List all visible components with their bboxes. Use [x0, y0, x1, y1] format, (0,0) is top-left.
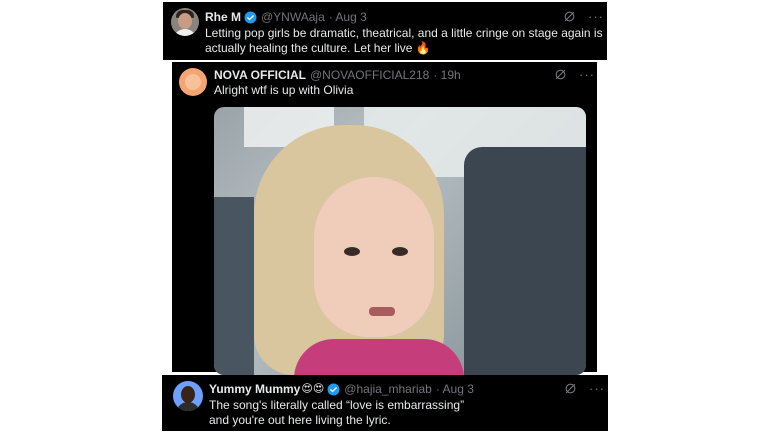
avatar[interactable] — [173, 381, 203, 411]
car-seat — [214, 197, 254, 375]
timestamp[interactable]: · Aug 3 — [436, 382, 474, 396]
name-emoji: 😍😍 — [301, 383, 325, 395]
timestamp[interactable]: · Aug 3 — [329, 10, 367, 24]
tweet-header: NOVA OFFICIAL @NOVAOFFICIAL218 · 19h — [214, 68, 461, 82]
tweet-header: Rhe M @YNWAaja · Aug 3 — [205, 10, 367, 24]
grok-icon[interactable] — [554, 68, 567, 81]
verified-icon — [327, 383, 340, 395]
handle[interactable]: @NOVAOFFICIAL218 — [310, 68, 429, 82]
avatar[interactable] — [179, 68, 207, 96]
avatar-logo — [185, 74, 201, 90]
display-name[interactable]: NOVA OFFICIAL — [214, 68, 306, 82]
tweet-actions: ··· — [564, 382, 605, 395]
tweet-text-line: and you're out here living the lyric. — [209, 413, 391, 427]
handle[interactable]: @hajia_mhariab — [344, 382, 432, 396]
child-mouth — [369, 307, 395, 316]
tweet-card-yummy-mummy[interactable]: Yummy Mummy 😍😍 @hajia_mhariab · Aug 3 ··… — [162, 375, 608, 431]
timestamp[interactable]: · 19h — [433, 68, 460, 82]
tweet-text-line: The song's literally called “love is emb… — [209, 398, 465, 412]
tweet-text: The song's literally called “love is emb… — [209, 398, 464, 428]
avatar[interactable] — [171, 8, 199, 36]
avatar-face — [178, 13, 192, 29]
tweet-actions: ··· — [554, 68, 595, 81]
tweet-card-nova-official[interactable]: NOVA OFFICIAL @NOVAOFFICIAL218 · 19h ···… — [172, 62, 597, 375]
more-icon[interactable]: ··· — [589, 382, 605, 395]
child-shirt — [294, 339, 464, 375]
tweet-text-line: actually healing the culture. Let her li… — [205, 41, 431, 55]
display-name[interactable]: Yummy Mummy — [209, 382, 300, 396]
tweet-media-gif[interactable] — [214, 107, 586, 375]
grok-icon[interactable] — [564, 382, 577, 395]
grok-icon[interactable] — [563, 10, 576, 23]
car-seat — [464, 147, 586, 375]
avatar-shirt — [173, 29, 197, 36]
more-icon[interactable]: ··· — [579, 68, 595, 81]
child-eye — [344, 247, 360, 256]
display-name[interactable]: Rhe M — [205, 10, 241, 24]
more-icon[interactable]: ··· — [588, 10, 604, 23]
verified-icon — [244, 11, 257, 23]
tweet-actions: ··· — [563, 10, 604, 23]
avatar-body — [176, 402, 200, 411]
handle[interactable]: @YNWAaja — [261, 10, 325, 24]
tweet-text-line: Letting pop girls be dramatic, theatrica… — [205, 26, 603, 40]
child-eye — [392, 247, 408, 256]
tweet-text: Letting pop girls be dramatic, theatrica… — [205, 26, 603, 56]
tweet-card-rhe-m[interactable]: Rhe M @YNWAaja · Aug 3 ··· Letting pop g… — [163, 2, 607, 60]
tweet-text: Alright wtf is up with Olivia — [214, 83, 354, 97]
tweet-header: Yummy Mummy 😍😍 @hajia_mhariab · Aug 3 — [209, 382, 474, 396]
avatar-face — [181, 386, 195, 403]
